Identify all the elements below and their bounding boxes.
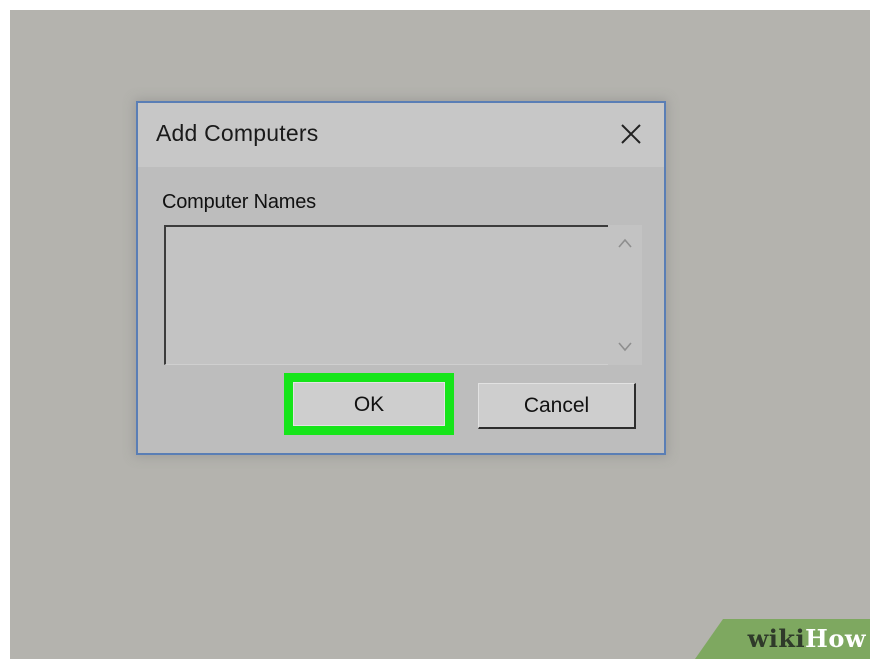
dialog-title: Add Computers bbox=[156, 120, 319, 146]
computer-names-label: Computer Names bbox=[162, 191, 316, 213]
watermark-logo: wikiHow bbox=[748, 624, 866, 653]
ok-button[interactable]: OK bbox=[293, 382, 445, 426]
chevron-up-icon[interactable] bbox=[617, 237, 633, 249]
desktop-background: Add Computers Computer Names OK Cancel w… bbox=[10, 10, 870, 659]
wikihow-watermark: wikiHow bbox=[695, 619, 870, 659]
vertical-scrollbar[interactable] bbox=[608, 225, 642, 365]
add-computers-dialog: Add Computers Computer Names OK Cancel bbox=[136, 101, 666, 455]
chevron-down-icon[interactable] bbox=[617, 341, 633, 353]
watermark-wiki-text: wiki bbox=[747, 624, 806, 653]
dialog-titlebar: Add Computers bbox=[138, 103, 664, 167]
cancel-button[interactable]: Cancel bbox=[478, 383, 636, 429]
close-icon[interactable] bbox=[618, 121, 644, 147]
computer-names-input[interactable] bbox=[164, 225, 642, 365]
watermark-how-text: How bbox=[805, 624, 866, 653]
